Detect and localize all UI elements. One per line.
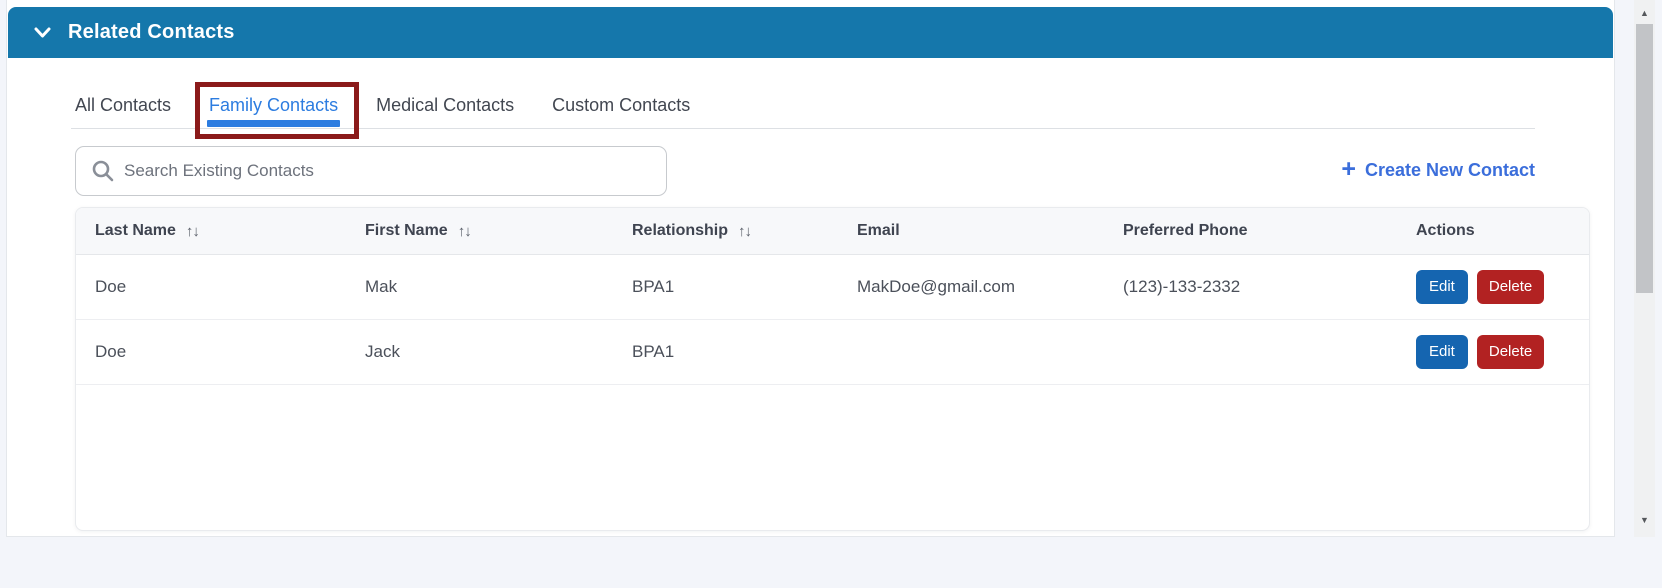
search-wrap <box>75 146 667 196</box>
related-contacts-screen: Related Contacts All Contacts Family Cont… <box>0 0 1662 588</box>
contacts-table: Last Name ↑↓ First Name ↑↓ Relationship ↑↓ Ema… <box>75 207 1590 531</box>
cell-actions: Edit Delete <box>1397 270 1589 303</box>
section-title: Related Contacts <box>68 21 235 44</box>
cell-first-name: Jack <box>346 342 613 362</box>
delete-button[interactable]: Delete <box>1477 335 1544 368</box>
tab-medical-contacts[interactable]: Medical Contacts <box>374 82 516 128</box>
table-row: DoeJackBPA1 Edit Delete <box>76 320 1589 385</box>
plus-icon: + <box>1341 157 1356 182</box>
cell-first-name: Mak <box>346 277 613 297</box>
tab-custom-contacts[interactable]: Custom Contacts <box>550 82 692 128</box>
column-header-email: Email <box>838 222 1104 240</box>
cell-relationship: BPA1 <box>613 277 838 297</box>
scroll-up-arrow-icon[interactable]: ▲ <box>1634 3 1655 23</box>
column-header-first-name[interactable]: First Name ↑↓ <box>346 222 613 240</box>
cell-actions: Edit Delete <box>1397 335 1589 368</box>
tab-label: All Contacts <box>75 95 171 116</box>
contacts-tab-bar: All Contacts Family Contacts Medical Conta… <box>71 82 1535 129</box>
sort-arrows-icon: ↑↓ <box>186 223 199 240</box>
column-label: Email <box>857 222 900 240</box>
table-body: DoeMakBPA1MakDoe@gmail.com(123)-133-2332… <box>76 255 1589 385</box>
tab-label: Family Contacts <box>209 95 338 116</box>
cell-last-name: Doe <box>76 277 346 297</box>
column-label: First Name <box>365 222 448 240</box>
delete-button[interactable]: Delete <box>1477 270 1544 303</box>
sort-arrows-icon: ↑↓ <box>738 223 751 240</box>
column-header-last-name[interactable]: Last Name ↑↓ <box>76 222 346 240</box>
column-label: Actions <box>1416 222 1475 240</box>
tab-family-contacts[interactable]: Family Contacts <box>207 82 340 128</box>
tab-all-contacts[interactable]: All Contacts <box>73 82 173 128</box>
edit-button[interactable]: Edit <box>1416 270 1468 303</box>
column-label: Last Name <box>95 222 176 240</box>
column-label: Preferred Phone <box>1123 222 1247 240</box>
chevron-down-icon[interactable] <box>34 27 51 38</box>
table-header-row: Last Name ↑↓ First Name ↑↓ Relationship ↑↓ Ema… <box>76 208 1589 255</box>
cell-last-name: Doe <box>76 342 346 362</box>
cell-relationship: BPA1 <box>613 342 838 362</box>
column-header-preferred-phone: Preferred Phone <box>1104 222 1397 240</box>
related-contacts-panel: Related Contacts All Contacts Family Cont… <box>6 0 1615 537</box>
cell-preferred-phone: (123)-133-2332 <box>1104 277 1397 297</box>
scroll-down-arrow-icon[interactable]: ▼ <box>1634 510 1655 530</box>
table-row: DoeMakBPA1MakDoe@gmail.com(123)-133-2332… <box>76 255 1589 320</box>
column-label: Relationship <box>632 222 728 240</box>
section-header-bar: Related Contacts <box>8 7 1613 58</box>
column-header-actions: Actions <box>1397 222 1589 240</box>
vertical-scrollbar[interactable]: ▲ ▼ <box>1634 0 1655 537</box>
tab-label: Custom Contacts <box>552 95 690 116</box>
tab-label: Medical Contacts <box>376 95 514 116</box>
cell-email: MakDoe@gmail.com <box>838 277 1104 297</box>
column-header-relationship[interactable]: Relationship ↑↓ <box>613 222 838 240</box>
create-new-contact-button[interactable]: + Create New Contact <box>1341 150 1535 190</box>
scrollbar-thumb[interactable] <box>1636 24 1653 293</box>
create-new-contact-label: Create New Contact <box>1365 160 1535 181</box>
sort-arrows-icon: ↑↓ <box>458 223 471 240</box>
search-input[interactable] <box>75 146 667 196</box>
edit-button[interactable]: Edit <box>1416 335 1468 368</box>
